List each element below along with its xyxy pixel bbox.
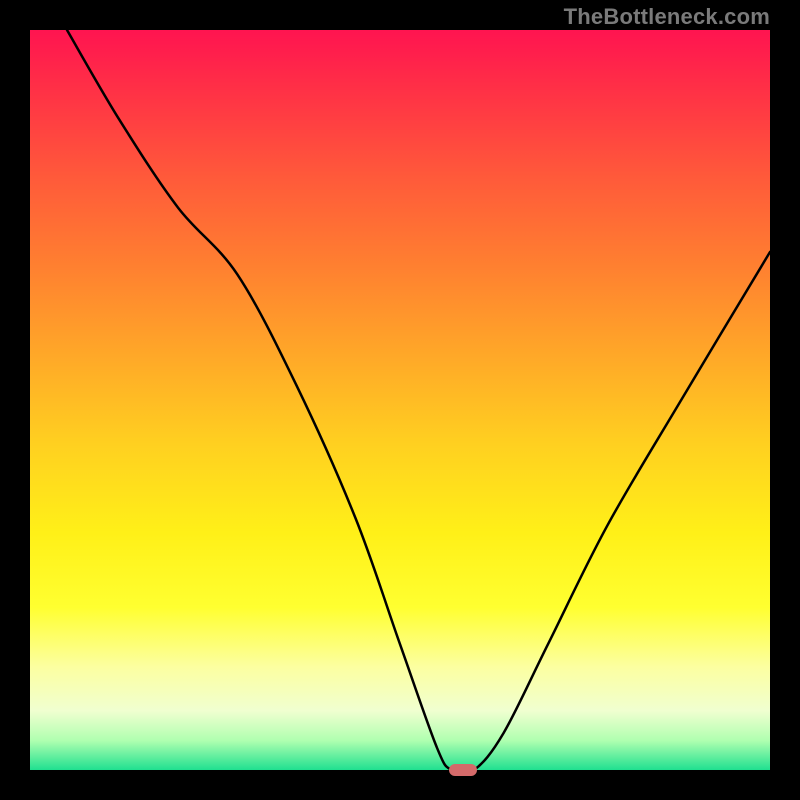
plot-area: [30, 30, 770, 770]
optimal-marker: [449, 764, 477, 776]
bottleneck-curve: [30, 30, 770, 770]
chart-container: TheBottleneck.com: [0, 0, 800, 800]
watermark-text: TheBottleneck.com: [564, 4, 770, 30]
